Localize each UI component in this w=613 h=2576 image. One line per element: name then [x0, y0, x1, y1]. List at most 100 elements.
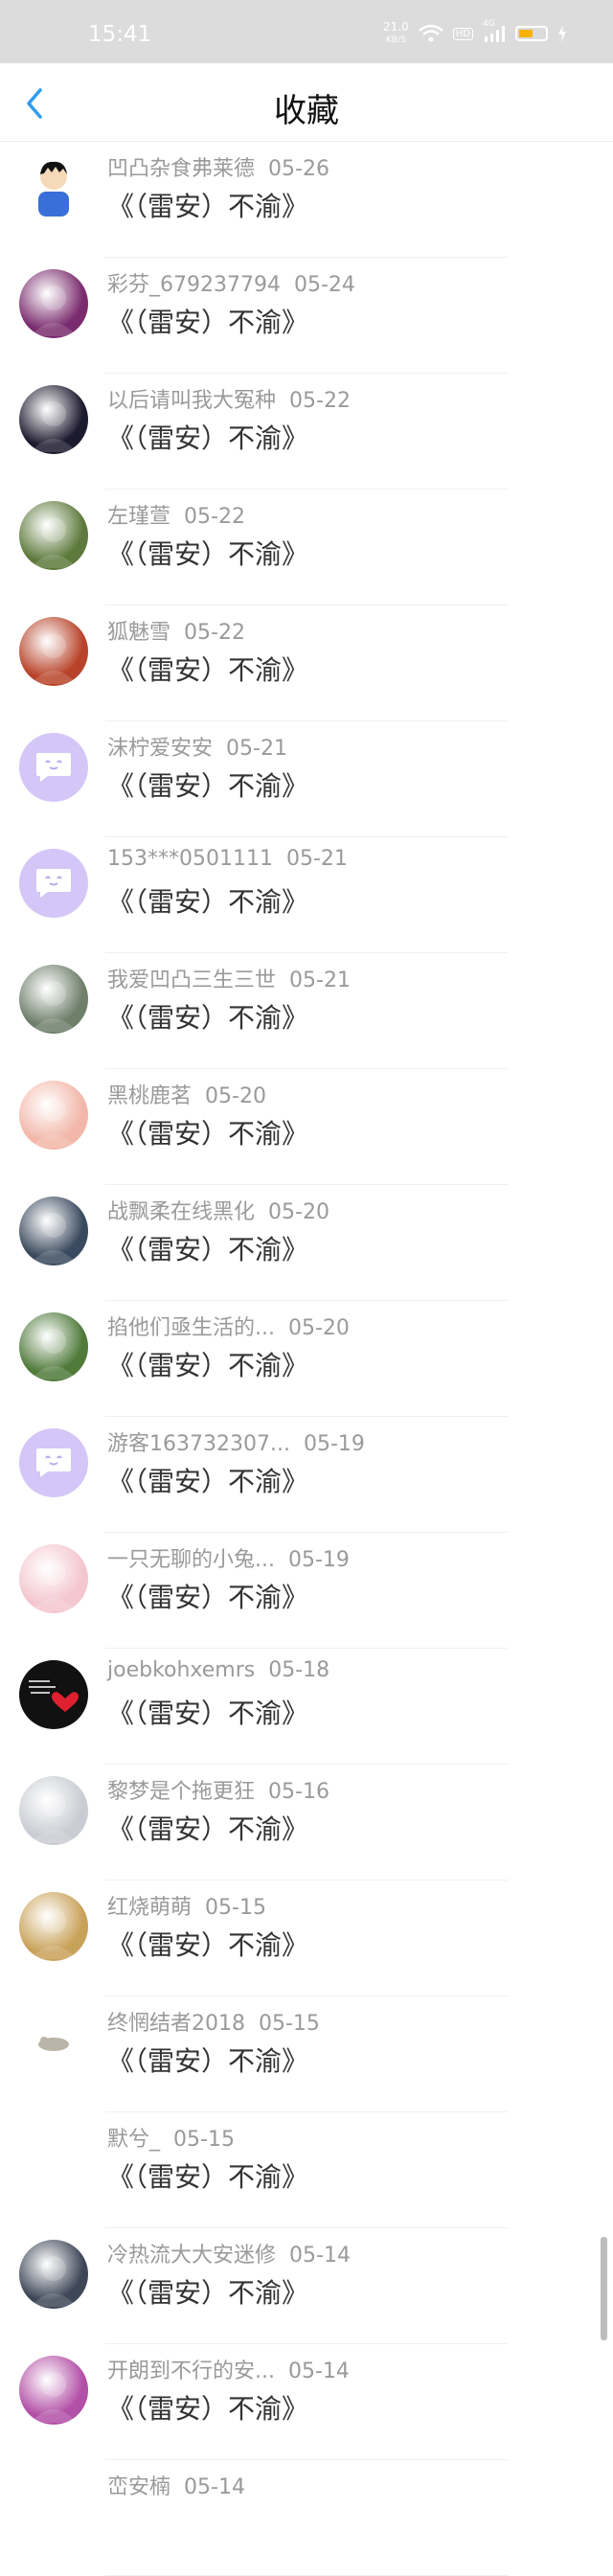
username[interactable]: 战飘柔在线黑化 — [107, 1200, 255, 1224]
item-title[interactable]: 《（雷安）不渝》 — [107, 1229, 308, 1267]
avatar[interactable] — [19, 965, 88, 1034]
list-item[interactable]: 开朗到不行的安... 05-14 《（雷安）不渝》 — [0, 2344, 613, 2460]
avatar[interactable] — [19, 1428, 88, 1497]
list-item[interactable]: 以后请叫我大冤种 05-22 《（雷安）不渝》 — [0, 374, 613, 490]
list-item[interactable]: 左瑾萱 05-22 《（雷安）不渝》 — [0, 490, 613, 605]
item-title[interactable]: 《（雷安）不渝》 — [107, 1113, 308, 1151]
username[interactable]: 一只无聊的小兔... — [107, 1548, 275, 1572]
avatar[interactable] — [19, 153, 88, 222]
item-title[interactable]: 《（雷安）不渝》 — [107, 1345, 308, 1383]
list-item[interactable]: 黎梦是个拖更狂 05-16 《（雷安）不渝》 — [0, 1765, 613, 1881]
username[interactable]: 红烧萌萌 — [107, 1896, 192, 1920]
list-item[interactable]: 狐魅雪 05-22 《（雷安）不渝》 — [0, 605, 613, 721]
list-item[interactable]: 一只无聊的小兔... 05-19 《（雷安）不渝》 — [0, 1533, 613, 1649]
item-title[interactable]: 《（雷安）不渝》 — [107, 997, 308, 1036]
avatar[interactable] — [19, 1312, 88, 1381]
date: 05-19 — [303, 1432, 365, 1456]
item-title[interactable]: 《（雷安）不渝》 — [107, 186, 308, 224]
avatar[interactable] — [19, 2008, 88, 2077]
list-item[interactable]: 我爱凹凸三生三世 05-21 《（雷安）不渝》 — [0, 953, 613, 1069]
item-title[interactable]: 《（雷安）不渝》 — [107, 1809, 308, 1847]
item-title[interactable]: 《（雷安）不渝》 — [107, 2040, 308, 2079]
username[interactable]: 我爱凹凸三生三世 — [107, 969, 276, 992]
item-meta: 一只无聊的小兔... 05-19 — [107, 1542, 350, 1573]
username[interactable]: 默兮_ — [107, 2128, 160, 2152]
item-title[interactable]: 《（雷安）不渝》 — [107, 1461, 308, 1499]
list-item[interactable]: 黑桃鹿茗 05-20 《（雷安）不渝》 — [0, 1069, 613, 1185]
scrollbar[interactable] — [601, 2237, 607, 2340]
item-title[interactable]: 《（雷安）不渝》 — [107, 302, 308, 340]
username[interactable]: 凹凸杂食弗莱德 — [107, 157, 255, 181]
username[interactable]: 沫柠爱安安 — [107, 737, 213, 761]
item-meta: 左瑾萱 05-22 — [107, 499, 245, 530]
username[interactable]: 掐他们亟生活的... — [107, 1316, 275, 1340]
item-title[interactable]: 《（雷安）不渝》 — [107, 2272, 308, 2311]
username[interactable]: 终惘结者2018 — [107, 2012, 245, 2036]
avatar[interactable] — [19, 2240, 88, 2309]
list-item[interactable]: 沫柠爱安安 05-21 《（雷安）不渝》 — [0, 721, 613, 837]
avatar[interactable] — [19, 385, 88, 454]
item-meta: 黑桃鹿茗 05-20 — [107, 1079, 266, 1109]
list-item[interactable]: 峦安楠 05-14 — [0, 2460, 613, 2576]
list-item[interactable]: 彩芬_679237794 05-24 《（雷安）不渝》 — [0, 258, 613, 374]
username[interactable]: 狐魅雪 — [107, 621, 170, 645]
item-meta: 彩芬_679237794 05-24 — [107, 267, 355, 298]
charging-icon — [557, 25, 567, 42]
date: 05-20 — [268, 1200, 329, 1224]
list-item[interactable]: 终惘结者2018 05-15 《（雷安）不渝》 — [0, 1996, 613, 2112]
username[interactable]: 峦安楠 — [107, 2475, 170, 2499]
list-item[interactable]: 游客163732307... 05-19 《（雷安）不渝》 — [0, 1417, 613, 1533]
avatar[interactable] — [19, 1892, 88, 1961]
list-item[interactable]: 红烧萌萌 05-15 《（雷安）不渝》 — [0, 1881, 613, 1996]
item-title[interactable]: 《（雷安）不渝》 — [107, 2388, 308, 2427]
avatar[interactable] — [19, 617, 88, 686]
avatar[interactable] — [19, 1660, 88, 1729]
username[interactable]: 冷热流大大安迷修 — [107, 2244, 276, 2268]
list-item[interactable]: 凹凸杂食弗莱德 05-26 《（雷安）不渝》 — [0, 142, 613, 258]
avatar[interactable] — [19, 2124, 88, 2193]
avatar[interactable] — [19, 2356, 88, 2425]
username[interactable]: 以后请叫我大冤种 — [107, 389, 276, 413]
item-title[interactable]: 《（雷安）不渝》 — [107, 1925, 308, 1963]
item-title[interactable]: 《（雷安）不渝》 — [107, 1577, 308, 1615]
username[interactable]: 黑桃鹿茗 — [107, 1084, 192, 1108]
username[interactable]: joebkohxemrs — [107, 1658, 255, 1682]
list-item[interactable]: 战飘柔在线黑化 05-20 《（雷安）不渝》 — [0, 1185, 613, 1301]
username[interactable]: 153***0501111 — [107, 847, 273, 871]
item-meta: 默兮_ 05-15 — [107, 2122, 235, 2153]
signal-icon: 4G — [483, 19, 506, 42]
item-title[interactable]: 《（雷安）不渝》 — [107, 765, 308, 804]
item-title[interactable]: 《（雷安）不渝》 — [107, 881, 308, 920]
username[interactable]: 开朗到不行的安... — [107, 2359, 275, 2383]
item-title[interactable]: 《（雷安）不渝》 — [107, 2156, 308, 2195]
date: 05-14 — [287, 2359, 350, 2383]
avatar[interactable] — [19, 2472, 88, 2541]
avatar[interactable] — [19, 1544, 88, 1613]
avatar[interactable] — [19, 1081, 88, 1150]
item-title[interactable]: 《（雷安）不渝》 — [107, 650, 308, 688]
item-title[interactable]: 《（雷安）不渝》 — [107, 1693, 308, 1731]
date: 05-20 — [205, 1084, 266, 1108]
avatar[interactable] — [19, 1197, 88, 1265]
date: 05-19 — [287, 1548, 350, 1572]
avatar[interactable] — [19, 733, 88, 802]
list-item[interactable]: 冷热流大大安迷修 05-14 《（雷安）不渝》 — [0, 2228, 613, 2344]
avatar[interactable] — [19, 269, 88, 338]
avatar[interactable] — [19, 1776, 88, 1845]
hd-icon: HD — [452, 27, 473, 40]
list-item[interactable]: 掐他们亟生活的... 05-20 《（雷安）不渝》 — [0, 1301, 613, 1417]
avatar[interactable] — [19, 501, 88, 570]
username[interactable]: 黎梦是个拖更狂 — [107, 1780, 255, 1804]
item-title[interactable]: 《（雷安）不渝》 — [107, 534, 308, 572]
list-item[interactable]: 默兮_ 05-15 《（雷安）不渝》 — [0, 2112, 613, 2228]
username[interactable]: 左瑾萱 — [107, 505, 170, 529]
username[interactable]: 彩芬_679237794 — [107, 273, 281, 297]
item-title[interactable]: 《（雷安）不渝》 — [107, 418, 308, 456]
battery-icon — [515, 26, 548, 41]
date: 05-22 — [184, 505, 245, 529]
username[interactable]: 游客163732307... — [107, 1432, 290, 1456]
list-item[interactable]: 153***0501111 05-21 《（雷安）不渝》 — [0, 837, 613, 953]
collection-list: 凹凸杂食弗莱德 05-26 《（雷安）不渝》彩芬_679237794 05-24 《（雷… — [0, 142, 613, 2576]
avatar[interactable] — [19, 849, 88, 918]
list-item[interactable]: joebkohxemrs 05-18 《（雷安）不渝》 — [0, 1649, 613, 1765]
